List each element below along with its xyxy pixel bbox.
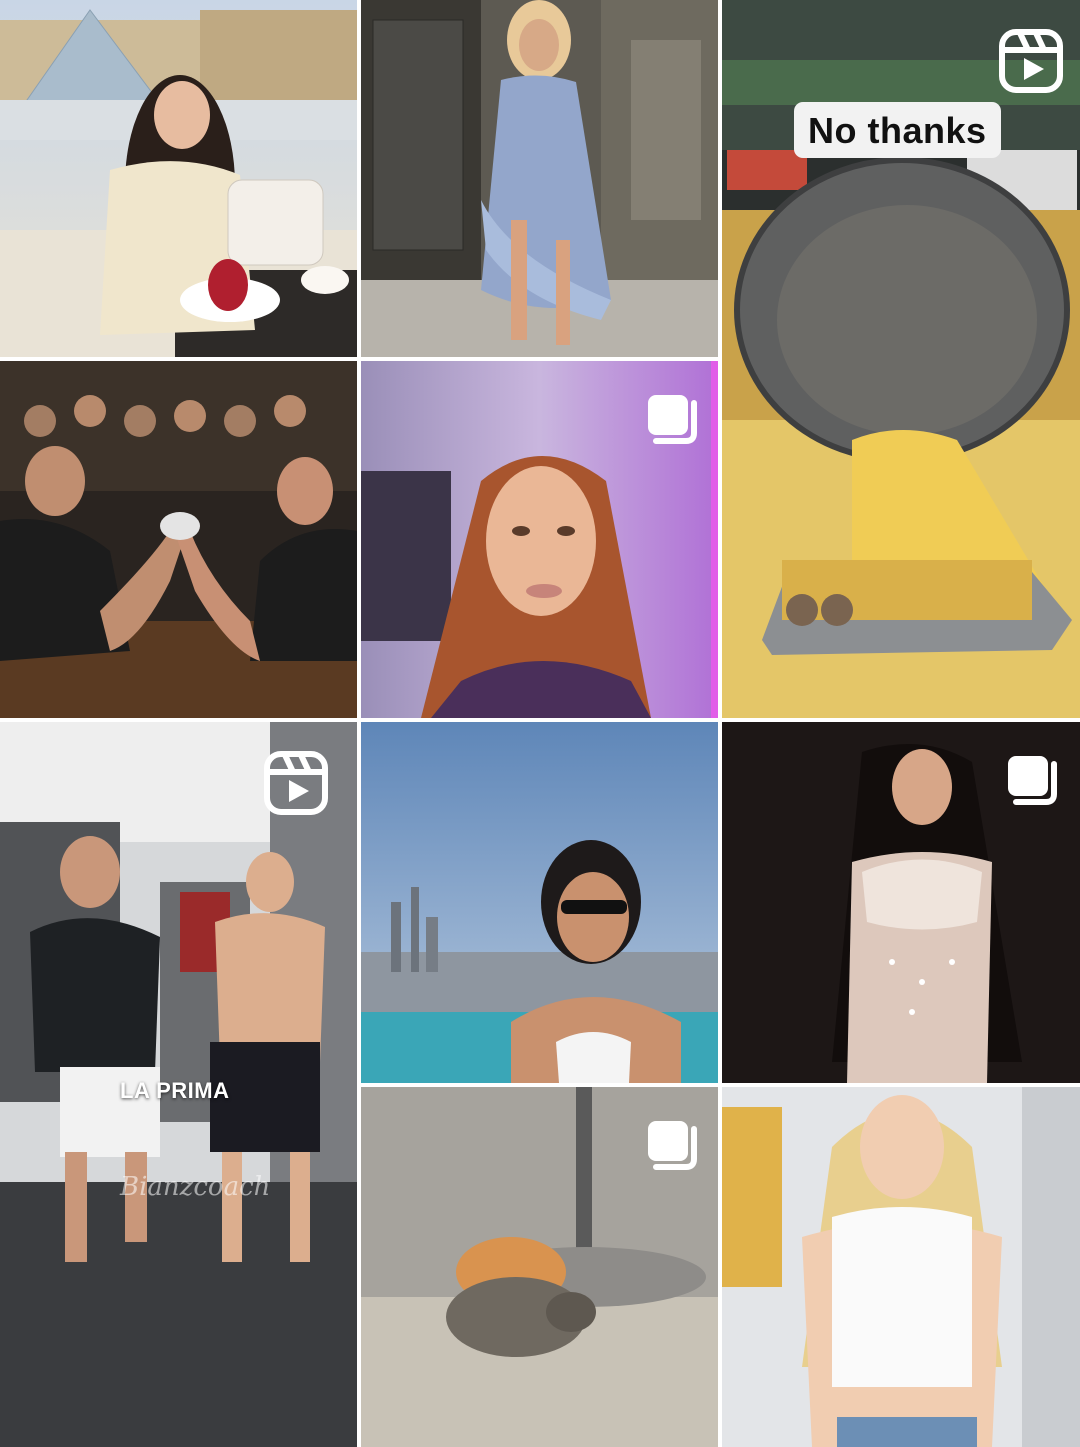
- post-image: [722, 1087, 1080, 1447]
- carousel-icon: [1008, 756, 1057, 805]
- grid-post-7[interactable]: [361, 722, 718, 1083]
- grid-post-5-carousel[interactable]: [361, 361, 718, 718]
- grid-post-3-reel[interactable]: No thanks: [722, 0, 1080, 718]
- grid-post-1[interactable]: [0, 0, 357, 357]
- reel-watermark: Bianzcoach: [120, 1172, 271, 1202]
- grid-post-2[interactable]: [361, 0, 718, 357]
- grid-post-6-reel[interactable]: LA PRIMA Bianzcoach: [0, 722, 357, 1447]
- post-image: [361, 722, 718, 1083]
- reels-icon: [264, 751, 328, 815]
- grid-post-9-carousel[interactable]: [361, 1087, 718, 1447]
- post-image: [0, 0, 357, 357]
- reel-caption: No thanks: [794, 102, 1001, 158]
- carousel-icon: [648, 395, 697, 444]
- carousel-icon: [648, 1121, 697, 1170]
- post-image: [361, 0, 718, 357]
- reels-icon: [999, 29, 1063, 93]
- grid-post-4[interactable]: [0, 361, 357, 718]
- post-image: [0, 361, 357, 718]
- grid-post-10[interactable]: [722, 1087, 1080, 1447]
- grid-post-8-carousel[interactable]: [722, 722, 1080, 1083]
- reel-caption: LA PRIMA: [120, 1078, 230, 1103]
